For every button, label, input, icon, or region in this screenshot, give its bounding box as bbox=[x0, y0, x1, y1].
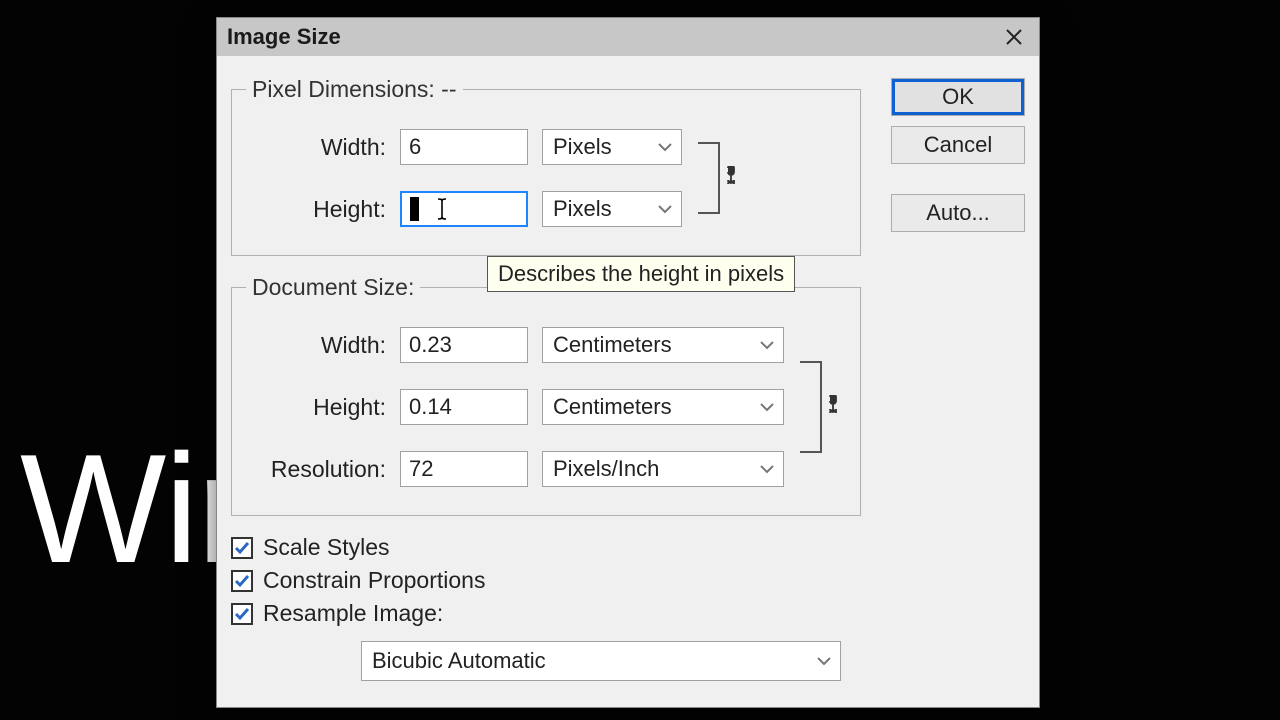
pixel-dimensions-group: Pixel Dimensions: -- Width: Pixels bbox=[231, 76, 861, 256]
chevron-down-icon bbox=[759, 461, 775, 477]
pixel-height-input[interactable] bbox=[400, 191, 528, 227]
constrain-proportions-checkbox[interactable] bbox=[231, 570, 253, 592]
image-size-dialog: Image Size Pixel Dimensions: -- Width: bbox=[216, 17, 1040, 708]
scale-styles-checkbox[interactable] bbox=[231, 537, 253, 559]
pixel-chain-link[interactable] bbox=[698, 142, 744, 214]
ok-button-label: OK bbox=[942, 84, 974, 110]
close-button[interactable] bbox=[989, 18, 1039, 56]
resolution-unit-select[interactable]: Pixels/Inch bbox=[542, 451, 784, 487]
chain-icon bbox=[824, 395, 842, 419]
ok-button[interactable]: OK bbox=[891, 78, 1025, 116]
pixel-width-unit-select[interactable]: Pixels bbox=[542, 129, 682, 165]
document-chain-link[interactable] bbox=[800, 361, 846, 453]
chevron-down-icon bbox=[816, 653, 832, 669]
check-icon bbox=[234, 606, 250, 622]
pixel-width-unit-value: Pixels bbox=[553, 134, 612, 160]
chevron-down-icon bbox=[759, 399, 775, 415]
auto-button[interactable]: Auto... bbox=[891, 194, 1025, 232]
height-tooltip: Describes the height in pixels bbox=[487, 256, 795, 292]
resample-method-select[interactable]: Bicubic Automatic bbox=[361, 641, 841, 681]
auto-button-label: Auto... bbox=[926, 200, 990, 226]
document-size-legend: Document Size: bbox=[246, 274, 420, 301]
doc-height-input[interactable] bbox=[400, 389, 528, 425]
cancel-button[interactable]: Cancel bbox=[891, 126, 1025, 164]
background-watermark-text: Wir bbox=[20, 420, 246, 598]
resample-method-value: Bicubic Automatic bbox=[372, 648, 546, 674]
check-icon bbox=[234, 573, 250, 589]
doc-width-unit-select[interactable]: Centimeters bbox=[542, 327, 784, 363]
cancel-button-label: Cancel bbox=[924, 132, 992, 158]
pixel-dimensions-legend: Pixel Dimensions: -- bbox=[246, 76, 463, 103]
dialog-body: Pixel Dimensions: -- Width: Pixels bbox=[217, 56, 1039, 707]
scale-styles-label: Scale Styles bbox=[263, 534, 390, 561]
pixel-height-label: Height: bbox=[246, 196, 386, 223]
resolution-label: Resolution: bbox=[246, 456, 386, 483]
doc-height-unit-select[interactable]: Centimeters bbox=[542, 389, 784, 425]
resolution-input[interactable] bbox=[400, 451, 528, 487]
check-icon bbox=[234, 540, 250, 556]
close-icon bbox=[1005, 28, 1023, 46]
chevron-down-icon bbox=[657, 201, 673, 217]
pixel-height-unit-select[interactable]: Pixels bbox=[542, 191, 682, 227]
chevron-down-icon bbox=[657, 139, 673, 155]
chevron-down-icon bbox=[759, 337, 775, 353]
dialog-title: Image Size bbox=[227, 24, 341, 50]
text-caret bbox=[410, 197, 419, 221]
pixel-height-unit-value: Pixels bbox=[553, 196, 612, 222]
document-size-group: Document Size: Width: Centimeters bbox=[231, 274, 861, 516]
resample-image-label: Resample Image: bbox=[263, 600, 443, 627]
pixel-width-label: Width: bbox=[246, 134, 386, 161]
doc-width-input[interactable] bbox=[400, 327, 528, 363]
resample-image-checkbox[interactable] bbox=[231, 603, 253, 625]
dialog-titlebar: Image Size bbox=[217, 18, 1039, 56]
doc-height-unit-value: Centimeters bbox=[553, 394, 672, 420]
doc-width-label: Width: bbox=[246, 332, 386, 359]
resolution-unit-value: Pixels/Inch bbox=[553, 456, 659, 482]
chain-icon bbox=[722, 166, 740, 190]
doc-height-label: Height: bbox=[246, 394, 386, 421]
pixel-width-input[interactable] bbox=[400, 129, 528, 165]
constrain-proportions-label: Constrain Proportions bbox=[263, 567, 485, 594]
doc-width-unit-value: Centimeters bbox=[553, 332, 672, 358]
